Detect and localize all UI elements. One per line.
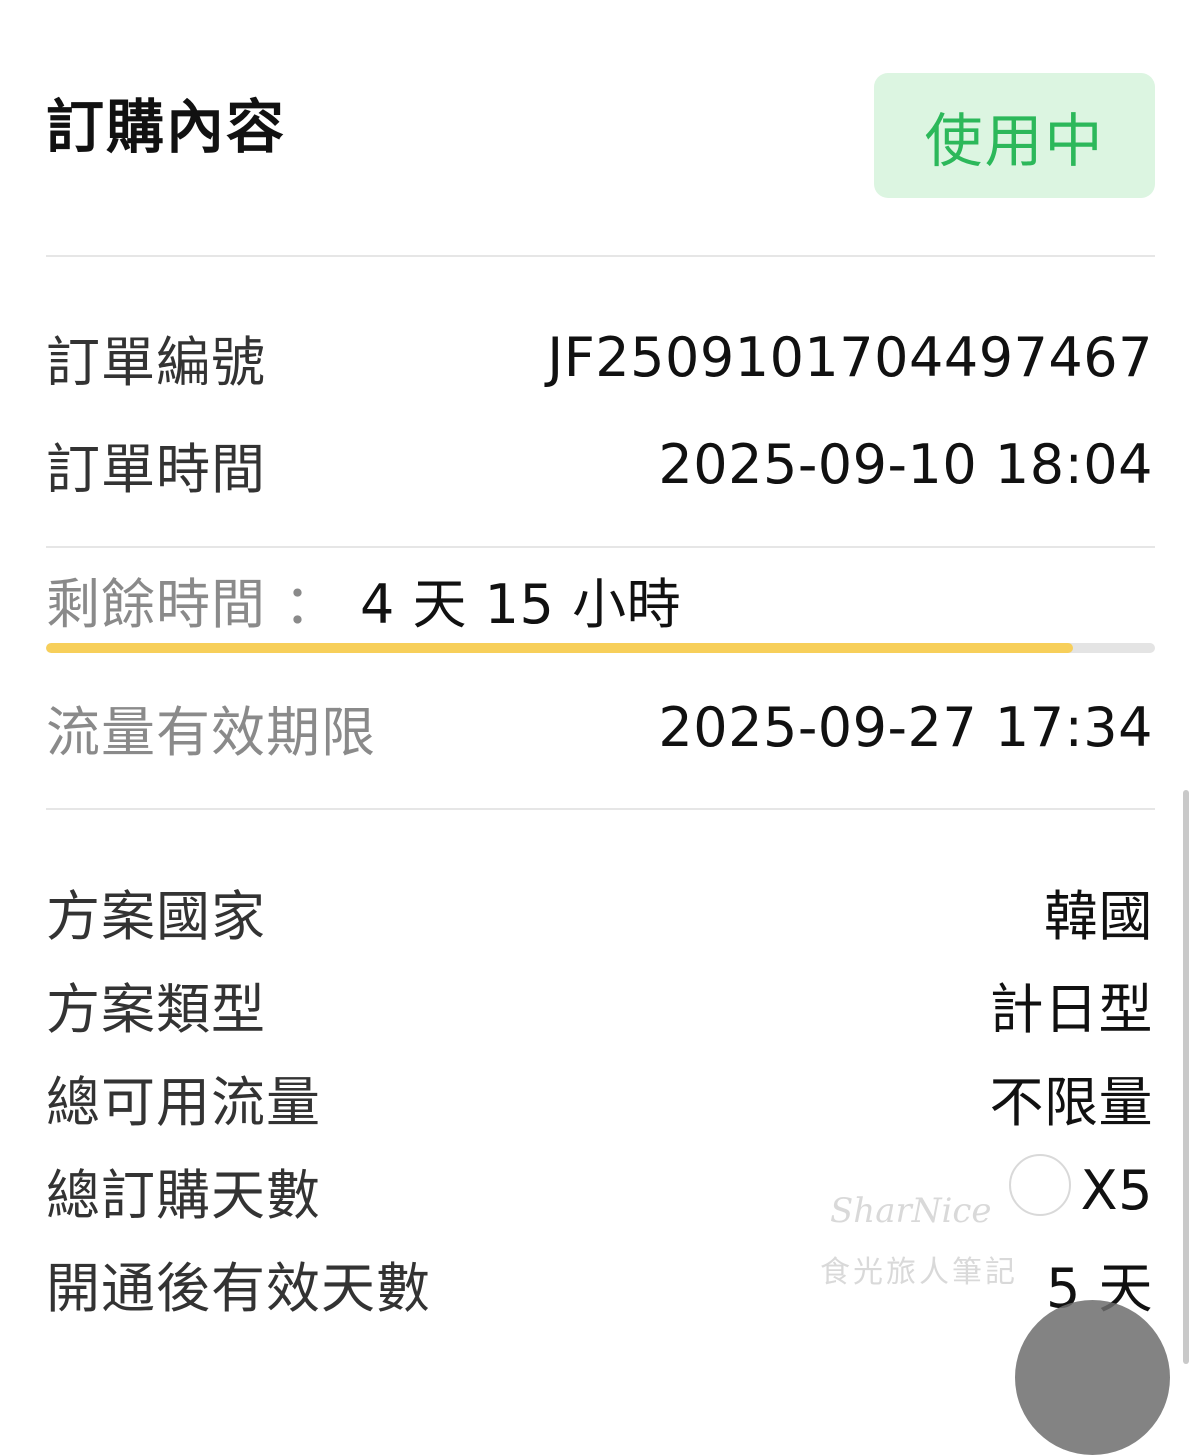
order-number-label: 訂單編號 bbox=[46, 331, 266, 394]
divider bbox=[46, 546, 1155, 548]
plan-row: 方案國家 韓國 bbox=[46, 872, 1153, 951]
total-days-label: 總訂購天數 bbox=[46, 1164, 321, 1227]
order-header: 訂購內容 使用中 bbox=[0, 0, 1200, 256]
total-days-value: X5 bbox=[1080, 1159, 1153, 1222]
plan-country-value: 韓國 bbox=[1044, 885, 1153, 948]
plan-country-label: 方案國家 bbox=[46, 885, 266, 948]
remaining-time-value: 4 天 15 小時 bbox=[360, 573, 682, 636]
remaining-progress-bar bbox=[46, 643, 1155, 653]
order-time-row: 訂單時間 2025-09-10 18:04 bbox=[46, 425, 1153, 504]
validity-label: 流量有效期限 bbox=[46, 701, 376, 764]
page-title: 訂購內容 bbox=[46, 93, 287, 161]
order-number-value: JF2509101704497467 bbox=[547, 326, 1153, 389]
order-number-row: 訂單編號 JF2509101704497467 bbox=[46, 318, 1153, 397]
floating-button[interactable] bbox=[1015, 1300, 1170, 1455]
total-data-value: 不限量 bbox=[989, 1071, 1153, 1134]
status-badge: 使用中 bbox=[874, 73, 1155, 198]
remaining-progress-fill bbox=[46, 643, 1073, 653]
order-time-value: 2025-09-10 18:04 bbox=[658, 433, 1153, 496]
order-time-label: 訂單時間 bbox=[46, 438, 266, 501]
plan-row: 方案類型 計日型 bbox=[46, 965, 1153, 1044]
plan-type-label: 方案類型 bbox=[46, 978, 266, 1041]
scrollbar[interactable] bbox=[1183, 790, 1189, 1364]
divider bbox=[46, 808, 1155, 810]
valid-days-label: 開通後有效天數 bbox=[46, 1257, 431, 1320]
divider bbox=[46, 255, 1155, 257]
total-data-label: 總可用流量 bbox=[46, 1071, 321, 1134]
plan-type-value: 計日型 bbox=[989, 978, 1153, 1041]
remaining-time-row: 剩餘時間 ： 4 天 15 小時 bbox=[46, 560, 681, 639]
remaining-time-label: 剩餘時間 bbox=[46, 573, 266, 636]
plan-row: 總訂購天數 X5 bbox=[46, 1151, 1153, 1230]
remaining-time-colon: ： bbox=[284, 573, 338, 636]
validity-value: 2025-09-27 17:34 bbox=[658, 696, 1153, 759]
plan-row: 開通後有效天數 5 天 bbox=[46, 1244, 1153, 1323]
validity-row: 流量有效期限 2025-09-27 17:34 bbox=[46, 688, 1153, 767]
plan-row: 總可用流量 不限量 bbox=[46, 1058, 1153, 1137]
